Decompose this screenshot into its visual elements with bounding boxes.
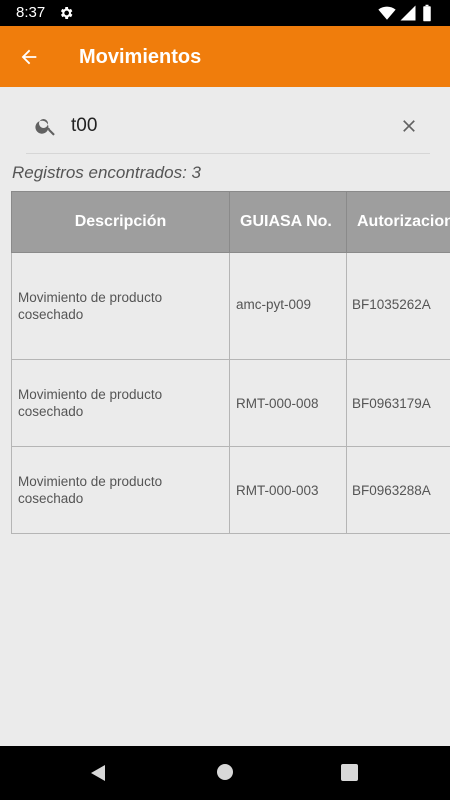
search-bar	[26, 100, 430, 154]
table-row[interactable]: Movimiento de producto cosechado RMT-000…	[11, 446, 450, 534]
nav-back-icon[interactable]	[88, 763, 108, 788]
cell-autorizacion: BF1035262A	[346, 252, 450, 360]
cell-descripcion: Movimiento de producto cosechado	[11, 446, 230, 534]
status-bar: 8:37	[0, 0, 450, 26]
cell-guia: RMT-000-008	[229, 359, 347, 447]
signal-icon	[400, 5, 416, 21]
battery-icon	[423, 4, 431, 22]
clear-search-button[interactable]	[396, 113, 422, 139]
results-table[interactable]: Descripción GUIASA No. Autorizacion Movi…	[11, 191, 450, 534]
cell-guia: amc-pyt-009	[229, 252, 347, 360]
page-title: Movimientos	[79, 46, 202, 68]
table-header-row: Descripción GUIASA No. Autorizacion	[11, 191, 450, 253]
table-row[interactable]: Movimiento de producto cosechado RMT-000…	[11, 359, 450, 447]
close-icon	[403, 120, 415, 132]
cell-descripcion: Movimiento de producto cosechado	[11, 252, 230, 360]
cell-guia: RMT-000-003	[229, 446, 347, 534]
column-header-descripcion: Descripción	[11, 191, 230, 253]
table-row[interactable]: Movimiento de producto cosechado amc-pyt…	[11, 252, 450, 360]
wifi-icon	[378, 6, 396, 20]
search-input[interactable]	[71, 112, 371, 140]
status-time: 8:37	[16, 4, 46, 21]
app-bar: Movimientos	[0, 26, 450, 87]
records-count: Registros encontrados: 3	[12, 163, 201, 182]
column-header-autorizacion: Autorizacion	[346, 191, 450, 253]
status-icons	[378, 4, 438, 22]
column-header-guiasa: GUIASA No.	[229, 191, 347, 253]
search-icon	[34, 114, 58, 138]
cell-descripcion: Movimiento de producto cosechado	[11, 359, 230, 447]
system-nav-bar	[0, 746, 450, 800]
cell-autorizacion: BF0963288A	[346, 446, 450, 534]
nav-home-icon[interactable]	[216, 763, 234, 786]
settings-gear-icon	[58, 5, 74, 21]
cell-autorizacion: BF0963179A	[346, 359, 450, 447]
nav-recents-icon[interactable]	[341, 764, 358, 786]
arrow-back-icon	[21, 49, 37, 65]
back-button[interactable]	[14, 42, 44, 72]
